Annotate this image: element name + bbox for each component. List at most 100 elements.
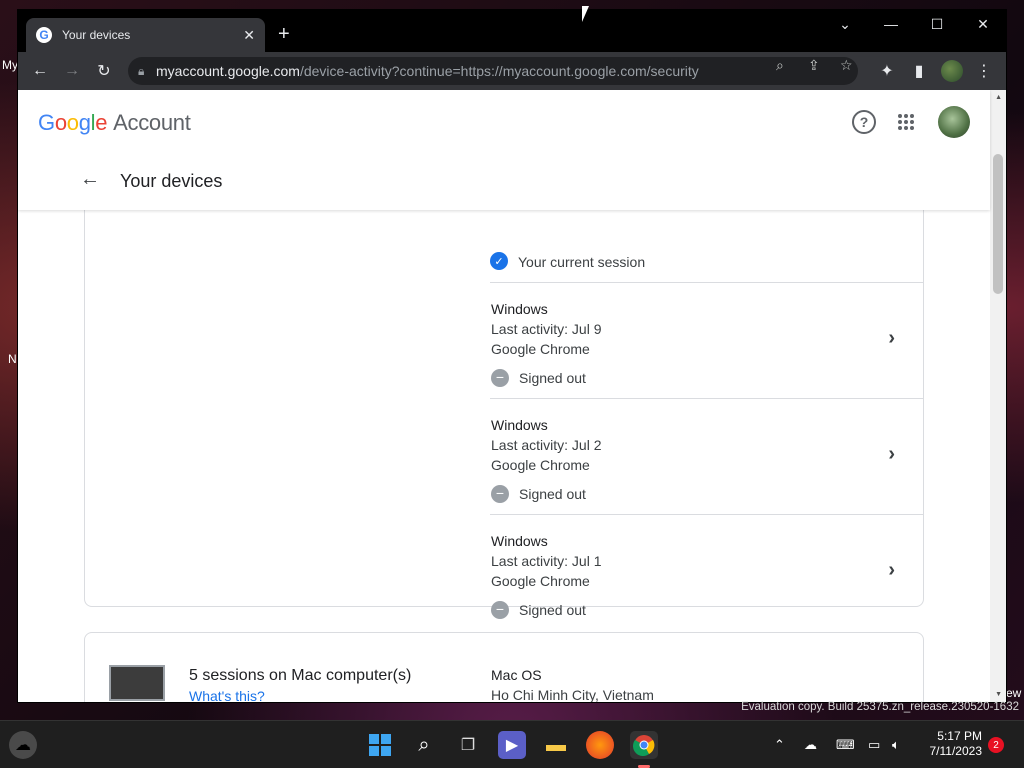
session-status-label: Signed out	[519, 486, 586, 502]
session-last-activity: Last activity: Jul 2	[491, 437, 602, 453]
session-item[interactable]: Windows Last activity: Jul 9 Google Chro…	[490, 283, 923, 399]
forward-button[interactable]: →	[61, 60, 83, 82]
chrome-icon[interactable]	[630, 731, 658, 759]
session-last-activity: Last activity: Jul 9	[491, 321, 602, 337]
windows-logo-icon	[369, 734, 391, 756]
mouse-cursor-icon	[582, 6, 589, 22]
session-browser: Google Chrome	[491, 573, 590, 589]
widgets-icon[interactable]: ☁	[9, 731, 37, 759]
session-browser: Google Chrome	[491, 341, 590, 357]
logo-letter: e	[95, 110, 108, 135]
onedrive-icon[interactable]: ☁	[804, 737, 817, 753]
show-hidden-icons-chevron-icon[interactable]: ⌃	[774, 737, 785, 753]
account-avatar[interactable]	[938, 106, 970, 138]
network-icon[interactable]: ▭	[868, 737, 880, 753]
session-os: Windows	[491, 417, 548, 433]
session-status-label: Signed out	[519, 370, 586, 386]
lock-icon[interactable]: 🔒︎	[138, 64, 156, 79]
session-status: − Signed out	[491, 369, 586, 387]
share-icon[interactable]: ⇪	[808, 57, 820, 74]
help-icon[interactable]: ?	[852, 110, 876, 134]
current-session-label: Your current session	[518, 254, 646, 270]
maximize-button[interactable]: ☐	[914, 16, 960, 33]
tab-strip: G Your devices ✕ + ⌄ — ☐ ✕	[18, 10, 1006, 52]
back-button[interactable]: ←	[29, 60, 51, 82]
mac-os-label: Mac OS	[491, 667, 542, 683]
session-item[interactable]: Windows Last activity: Jul 1 Google Chro…	[490, 515, 923, 631]
page-viewport[interactable]: Google Account ? ← Your devices ✓ Your cu…	[18, 90, 1006, 702]
session-status-label: Signed out	[519, 602, 586, 618]
clock-time: 5:17 PM	[937, 729, 982, 743]
new-tab-button[interactable]: +	[278, 24, 290, 44]
clock[interactable]: 5:17 PM 7/11/2023	[920, 729, 983, 759]
mac-location: Ho Chi Minh City, Vietnam	[491, 687, 654, 702]
side-panel-icon[interactable]: ▮	[908, 60, 930, 82]
mac-sessions-title: 5 sessions on Mac computer(s)	[189, 667, 412, 684]
chevron-right-icon[interactable]: ›	[888, 327, 895, 350]
desktop-icon-label[interactable]: ew	[1006, 686, 1021, 700]
session-status: − Signed out	[491, 601, 586, 619]
search-icon[interactable]: ⌕	[776, 57, 784, 74]
session-last-activity: Last activity: Jul 1	[491, 553, 602, 569]
page-scrollbar[interactable]: ▲ ▼	[990, 90, 1006, 702]
check-circle-icon: ✓	[490, 252, 508, 270]
star-icon[interactable]: ☆	[840, 57, 853, 74]
browser-window: G Your devices ✕ + ⌄ — ☐ ✕ ← → ↻ 🔒︎ myac…	[18, 10, 1006, 702]
scroll-up-icon[interactable]: ▲	[995, 94, 1002, 101]
desktop-icon-label[interactable]: My	[2, 58, 18, 72]
session-browser: Google Chrome	[491, 457, 590, 473]
back-arrow-icon[interactable]: ←	[80, 168, 100, 191]
meet-icon[interactable]: ▶	[498, 731, 526, 759]
signed-out-icon: −	[491, 369, 509, 387]
close-window-button[interactable]: ✕	[960, 16, 1006, 33]
logo-letter: g	[78, 110, 91, 135]
task-view-icon[interactable]: ❐	[454, 731, 482, 759]
menu-icon[interactable]: ⋮	[973, 60, 995, 82]
taskbar: ☁ ⌕ ❐ ▶ ▬ ⌃ ☁ ⌨ ▭ 🔈︎ 5:17 PM 7/11/2023 2	[0, 720, 1024, 768]
google-favicon-icon: G	[36, 27, 52, 43]
scroll-down-icon[interactable]: ▼	[995, 691, 1002, 698]
logo-letter: o	[66, 110, 79, 135]
chevron-right-icon[interactable]: ›	[888, 443, 895, 466]
browser-toolbar: ← → ↻ 🔒︎ myaccount.google.com /device-ac…	[18, 52, 1006, 90]
signed-out-icon: −	[491, 601, 509, 619]
tab-search-dropdown-icon[interactable]: ⌄	[822, 16, 868, 33]
tab-title: Your devices	[62, 28, 131, 42]
address-bar[interactable]: 🔒︎ myaccount.google.com /device-activity…	[128, 57, 858, 85]
file-explorer-icon[interactable]: ▬	[542, 731, 570, 759]
grid-dots-icon	[898, 114, 914, 130]
scrollbar-thumb[interactable]	[993, 154, 1003, 294]
firefox-icon[interactable]	[586, 731, 614, 759]
tab-your-devices[interactable]: G Your devices ✕	[26, 18, 265, 52]
keyboard-icon[interactable]: ⌨	[836, 737, 855, 753]
clock-date: 7/11/2023	[929, 744, 983, 758]
minimize-button[interactable]: —	[868, 16, 914, 32]
extensions-icon[interactable]: ✦	[876, 60, 898, 82]
mac-sessions-card[interactable]: 5 sessions on Mac computer(s) What's thi…	[84, 632, 924, 702]
google-account-header: Google Account ? ← Your devices	[18, 90, 990, 210]
session-os: Windows	[491, 301, 548, 317]
google-account-logo[interactable]: Google Account	[38, 110, 191, 136]
desktop-icon-label[interactable]: N	[8, 352, 17, 366]
tab-close-icon[interactable]: ✕	[243, 27, 255, 44]
session-item[interactable]: Windows Last activity: Jul 2 Google Chro…	[490, 399, 923, 515]
logo-letter: o	[54, 110, 67, 135]
google-apps-icon[interactable]	[894, 110, 918, 134]
url-path: /device-activity?continue=https://myacco…	[299, 63, 699, 79]
chrome-logo-icon	[633, 735, 655, 756]
notification-badge[interactable]: 2	[988, 737, 1004, 753]
logo-account-text: Account	[113, 110, 191, 135]
mac-computer-icon	[109, 665, 165, 701]
logo-letter: G	[38, 110, 55, 135]
search-icon[interactable]: ⌕	[410, 731, 438, 759]
profile-avatar[interactable]	[941, 60, 963, 82]
volume-icon[interactable]: 🔈︎	[892, 737, 900, 753]
whats-this-link[interactable]: What's this?	[189, 688, 265, 702]
reload-button[interactable]: ↻	[93, 60, 115, 82]
start-icon[interactable]	[366, 731, 394, 759]
url-host: myaccount.google.com	[156, 63, 300, 79]
session-status: − Signed out	[491, 485, 586, 503]
page-title: Your devices	[120, 171, 223, 191]
session-os: Windows	[491, 533, 548, 549]
chevron-right-icon[interactable]: ›	[888, 559, 895, 582]
